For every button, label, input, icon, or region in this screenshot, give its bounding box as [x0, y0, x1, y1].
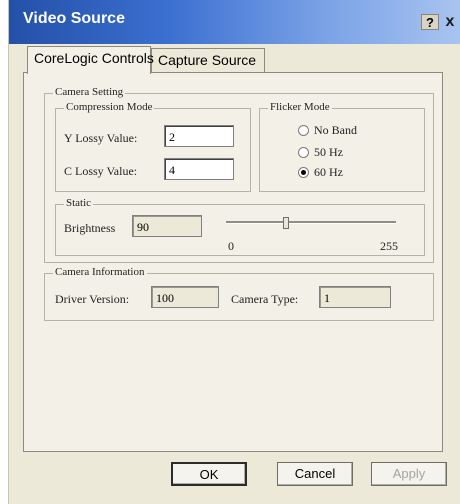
- camera-information-label: Camera Information: [53, 266, 147, 278]
- driver-version-value: 100: [151, 286, 219, 308]
- radio-50hz-indicator[interactable]: [298, 147, 309, 158]
- video-source-dialog: Video Source ? x CoreLogic Controls Capt…: [8, 0, 460, 504]
- camera-type-value: 1: [319, 286, 391, 308]
- slider-max-label: 255: [380, 239, 398, 253]
- window-title: Video Source: [23, 10, 125, 27]
- y-lossy-label: Y Lossy Value:: [64, 131, 138, 145]
- tab-capture-source[interactable]: Capture Source: [151, 48, 265, 72]
- camera-setting-label: Camera Setting: [53, 86, 126, 98]
- static-label: Static: [64, 197, 94, 209]
- static-group: Static Brightness 90 0 255: [55, 197, 425, 256]
- close-icon[interactable]: x: [441, 14, 459, 30]
- slider-thumb[interactable]: [283, 217, 289, 229]
- camera-type-label: Camera Type:: [231, 292, 299, 306]
- y-lossy-input[interactable]: 2: [164, 125, 234, 147]
- flicker-mode-label: Flicker Mode: [268, 101, 332, 113]
- slider-min-label: 0: [228, 239, 234, 253]
- radio-60hz-label[interactable]: 60 Hz: [314, 165, 343, 180]
- tab-corelogic-controls[interactable]: CoreLogic Controls: [27, 46, 154, 74]
- cancel-button[interactable]: Cancel: [277, 462, 353, 486]
- compression-mode-label: Compression Mode: [64, 101, 155, 113]
- c-lossy-label: C Lossy Value:: [64, 164, 138, 178]
- radio-selected-dot: [301, 170, 306, 175]
- brightness-label: Brightness: [64, 221, 116, 235]
- radio-50hz-label[interactable]: 50 Hz: [314, 145, 343, 160]
- driver-version-label: Driver Version:: [55, 292, 130, 306]
- camera-setting-group: Camera Setting Compression Mode Y Lossy …: [44, 86, 434, 263]
- camera-information-group: Camera Information Driver Version: 100 C…: [44, 266, 434, 321]
- title-bar[interactable]: Video Source ? x: [9, 0, 460, 44]
- help-icon[interactable]: ?: [421, 14, 439, 30]
- radio-no-band-label[interactable]: No Band: [314, 123, 357, 138]
- radio-no-band-indicator[interactable]: [298, 125, 309, 136]
- apply-button[interactable]: Apply: [371, 462, 447, 486]
- radio-60hz-indicator[interactable]: [298, 167, 309, 178]
- brightness-value: 90: [132, 215, 202, 237]
- flicker-mode-group: Flicker Mode No Band 50 Hz 60 Hz: [259, 101, 425, 192]
- slider-track[interactable]: [226, 221, 396, 224]
- ok-button[interactable]: OK: [171, 462, 247, 486]
- c-lossy-input[interactable]: 4: [164, 158, 234, 180]
- compression-mode-group: Compression Mode Y Lossy Value: 2 C Loss…: [55, 101, 251, 192]
- tab-panel: Camera Setting Compression Mode Y Lossy …: [23, 72, 443, 452]
